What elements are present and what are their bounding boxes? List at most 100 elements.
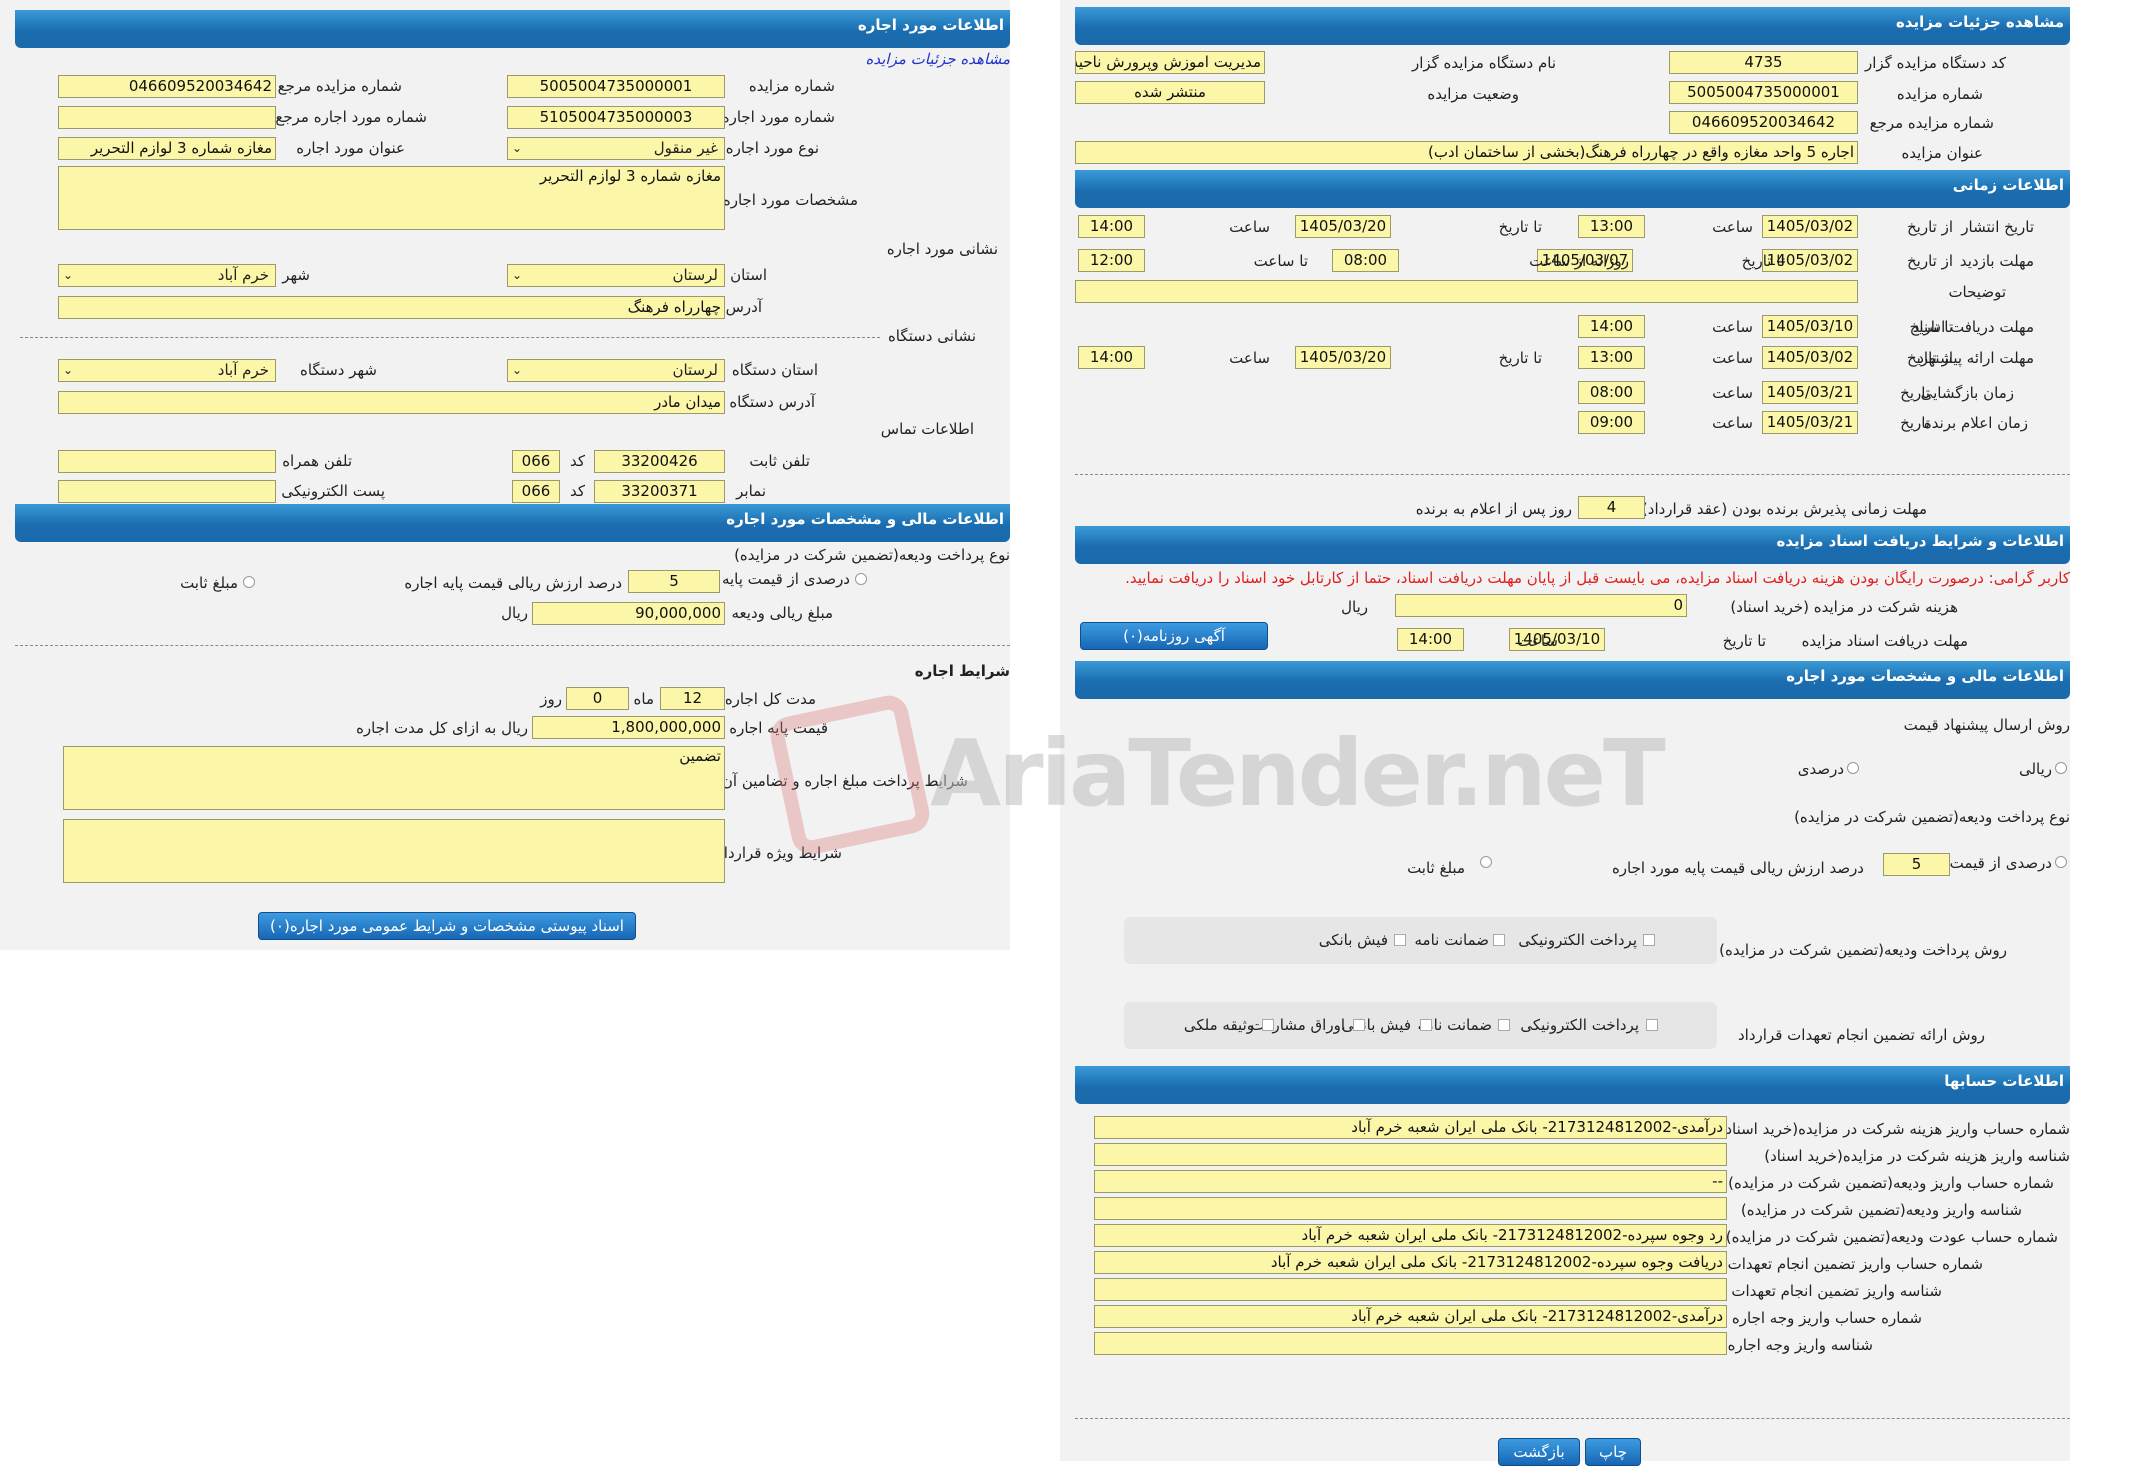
ref-no-field: 046609520034642 [1669,111,1858,134]
base-price-field: 1,800,000,000 [532,716,725,739]
org-addr-label: آدرس دستگاه [729,393,815,411]
divider [1075,474,2070,475]
percent-label: درصدی از قیمت پایه [721,570,850,588]
guarantee-checkbox[interactable] [1493,934,1505,946]
notes-label: توضیحات [1948,283,2006,301]
fax-code-field: 066 [512,480,560,503]
offer-to-time-label: ساعت [1229,349,1270,367]
fixed-label: مبلغ ثابت [1407,859,1465,877]
doc-deadline2-label: مهلت دریافت اسناد مزایده [1801,632,1968,650]
doc-time-label: ساعت [1712,318,1753,336]
auction-details-header: مشاهده جزئیات مزایده [1075,7,2070,45]
province-value: لرستان [672,266,718,284]
publish-to-time-label: ساعت [1229,218,1270,236]
province-select[interactable]: لرستان ⌄ [507,264,725,287]
winner-time-field: 09:00 [1578,411,1645,434]
address-field: چهارراه فرهنگ [58,296,725,319]
title-label: عنوان مزایده [1901,144,1983,162]
ref-auction-no-label: شماره مزایده مرجع [277,77,402,95]
publish-to-label: تا تاریخ [1498,218,1542,236]
publish-to-field: 1405/03/20 [1295,215,1391,238]
percent-radio[interactable] [855,573,867,585]
newspaper-ad-button[interactable]: آگهی روزنامه(۰) [1080,622,1268,650]
acc2-label: شناسه واریز هزینه شرکت در مزایده(خرید اس… [1764,1147,2070,1165]
acc1-label: شماره حساب واریز هزینه شرکت در مزایده(خر… [1719,1120,2070,1138]
publish-label: تاریخ انتشار [1961,218,2034,236]
fixed-radio[interactable] [1480,856,1492,868]
org-province-select[interactable]: لرستان ⌄ [507,359,725,382]
time-info-header: اطلاعات زمانی [1075,170,2070,208]
fax-field: 33200371 [594,480,725,503]
deposit-type-label: نوع پرداخت ودیعه(تضمین شرکت در مزایده) [1794,808,2070,826]
guarantee-method-label: روش ارائه تضمین انجام تعهدات قرارداد [1738,1026,1985,1044]
title-field: اجاره 5 واحد مغازه واقع در چهارراه فرهنگ… [1075,141,1858,164]
offer-from-label: از تاریخ [1906,349,1953,367]
acc8-label: شماره حساب واریز وجه اجاره [1731,1309,1922,1327]
org-code-label: کد دستگاه مزایده گزار [1864,54,2006,72]
guarantee-method-options: پرداخت الکترونیکی ضمانت نامه فیش بانکی ا… [1124,1002,1717,1049]
percent-value-field: 5 [1883,853,1950,876]
percent-base-radio[interactable] [2055,856,2067,868]
fax-label: نمابر [736,482,766,500]
divider [20,337,880,338]
city-select[interactable]: خرم آباد ⌄ [58,264,276,287]
g-electronic-checkbox[interactable] [1646,1019,1658,1031]
fee-rial-label: ریال [1341,598,1368,616]
ref-no-label: شماره مزایده مرجع [1869,114,1994,132]
base-price-suffix: ریال به ازای کل مدت اجاره [356,719,528,737]
acc5-field: رد وجوه سپرده-2173124812002- بانک ملی ای… [1094,1224,1727,1247]
accounts-header: اطلاعات حسابها [1075,1066,2070,1104]
fixed-radio[interactable] [243,576,255,588]
visit-from-label: از تاریخ [1906,252,1953,270]
contact-section-label: اطلاعات تماس [880,420,974,438]
g-bonds-checkbox[interactable] [1353,1019,1365,1031]
visit-to-label: تا تاریخ [1741,252,1785,270]
accept-days-field: 4 [1578,496,1645,519]
g-property-label: وثیقه ملکی [1183,1016,1254,1034]
receipt-checkbox[interactable] [1394,934,1406,946]
doc-to-label: تا تاریخ [1909,318,1953,336]
org-city-select[interactable]: خرم آباد ⌄ [58,359,276,382]
ref-auction-no-field: 046609520034642 [58,75,276,98]
deposit-type-label: نوع پرداخت ودیعه(تضمین شرکت در مزایده) [734,546,1010,564]
lease-type-select[interactable]: غیر منقول ⌄ [507,137,725,160]
accept-label: مهلت زمانی پذیرش برنده بودن (عقد قرارداد… [1641,500,1927,518]
attachments-button[interactable]: اسناد پیوستی مشخصات و شرایط عمومی مورد ا… [258,912,636,940]
deposit-method-options: پرداخت الکترونیکی ضمانت نامه فیش بانکی [1124,917,1717,964]
percent-method-radio[interactable] [1847,762,1859,774]
publish-time-field: 13:00 [1578,215,1645,238]
city-value: خرم آباد [217,266,269,284]
back-button[interactable]: بازگشت [1498,1438,1580,1466]
print-button[interactable]: چاپ [1585,1438,1641,1466]
g-property-checkbox[interactable] [1262,1019,1274,1031]
email-field [58,480,276,503]
duration-label: مدت کل اجاره [724,690,816,708]
acc4-field [1094,1197,1727,1220]
lease-title-label: عنوان مورد اجاره [296,139,405,157]
deposit-amount-field: 90,000,000 [532,602,725,625]
acc1-field: درآمدی-2173124812002- بانک ملی ایران شعب… [1094,1116,1727,1139]
to-time-label: تا ساعت [1253,252,1308,270]
winner-date-field: 1405/03/21 [1762,411,1858,434]
view-auction-details-link[interactable]: مشاهده جزئیات مزایده [866,50,1011,68]
g-electronic-label: پرداخت الکترونیکی [1520,1016,1639,1034]
org-address-section-label: نشانی دستگاه [883,327,980,345]
org-city-value: خرم آباد [217,361,269,379]
chevron-down-icon: ⌄ [512,363,523,377]
financial-header: اطلاعات مالی و مشخصات مورد اجاره [15,504,1010,542]
doc-time2-label: ساعت [1517,632,1558,650]
rial-radio[interactable] [2055,762,2067,774]
electronic-checkbox[interactable] [1643,934,1655,946]
divider [1075,1418,2070,1419]
g-receipt-checkbox[interactable] [1420,1019,1432,1031]
percent-field: 5 [628,570,720,593]
visit-label: مهلت بازدید [1959,252,2034,270]
acc3-label: شماره حساب واریز ودیعه(تضمین شرکت در مزا… [1728,1174,2054,1192]
financial-header: اطلاعات مالی و مشخصات مورد اجاره [1075,661,2070,699]
acc9-field [1094,1332,1727,1355]
chevron-down-icon: ⌄ [63,268,74,282]
acc4-label: شناسه واریز ودیعه(تضمین شرکت در مزایده) [1740,1201,2022,1219]
g-guarantee-checkbox[interactable] [1498,1019,1510,1031]
opening-date-field: 1405/03/21 [1762,381,1858,404]
winner-time-label: ساعت [1712,414,1753,432]
